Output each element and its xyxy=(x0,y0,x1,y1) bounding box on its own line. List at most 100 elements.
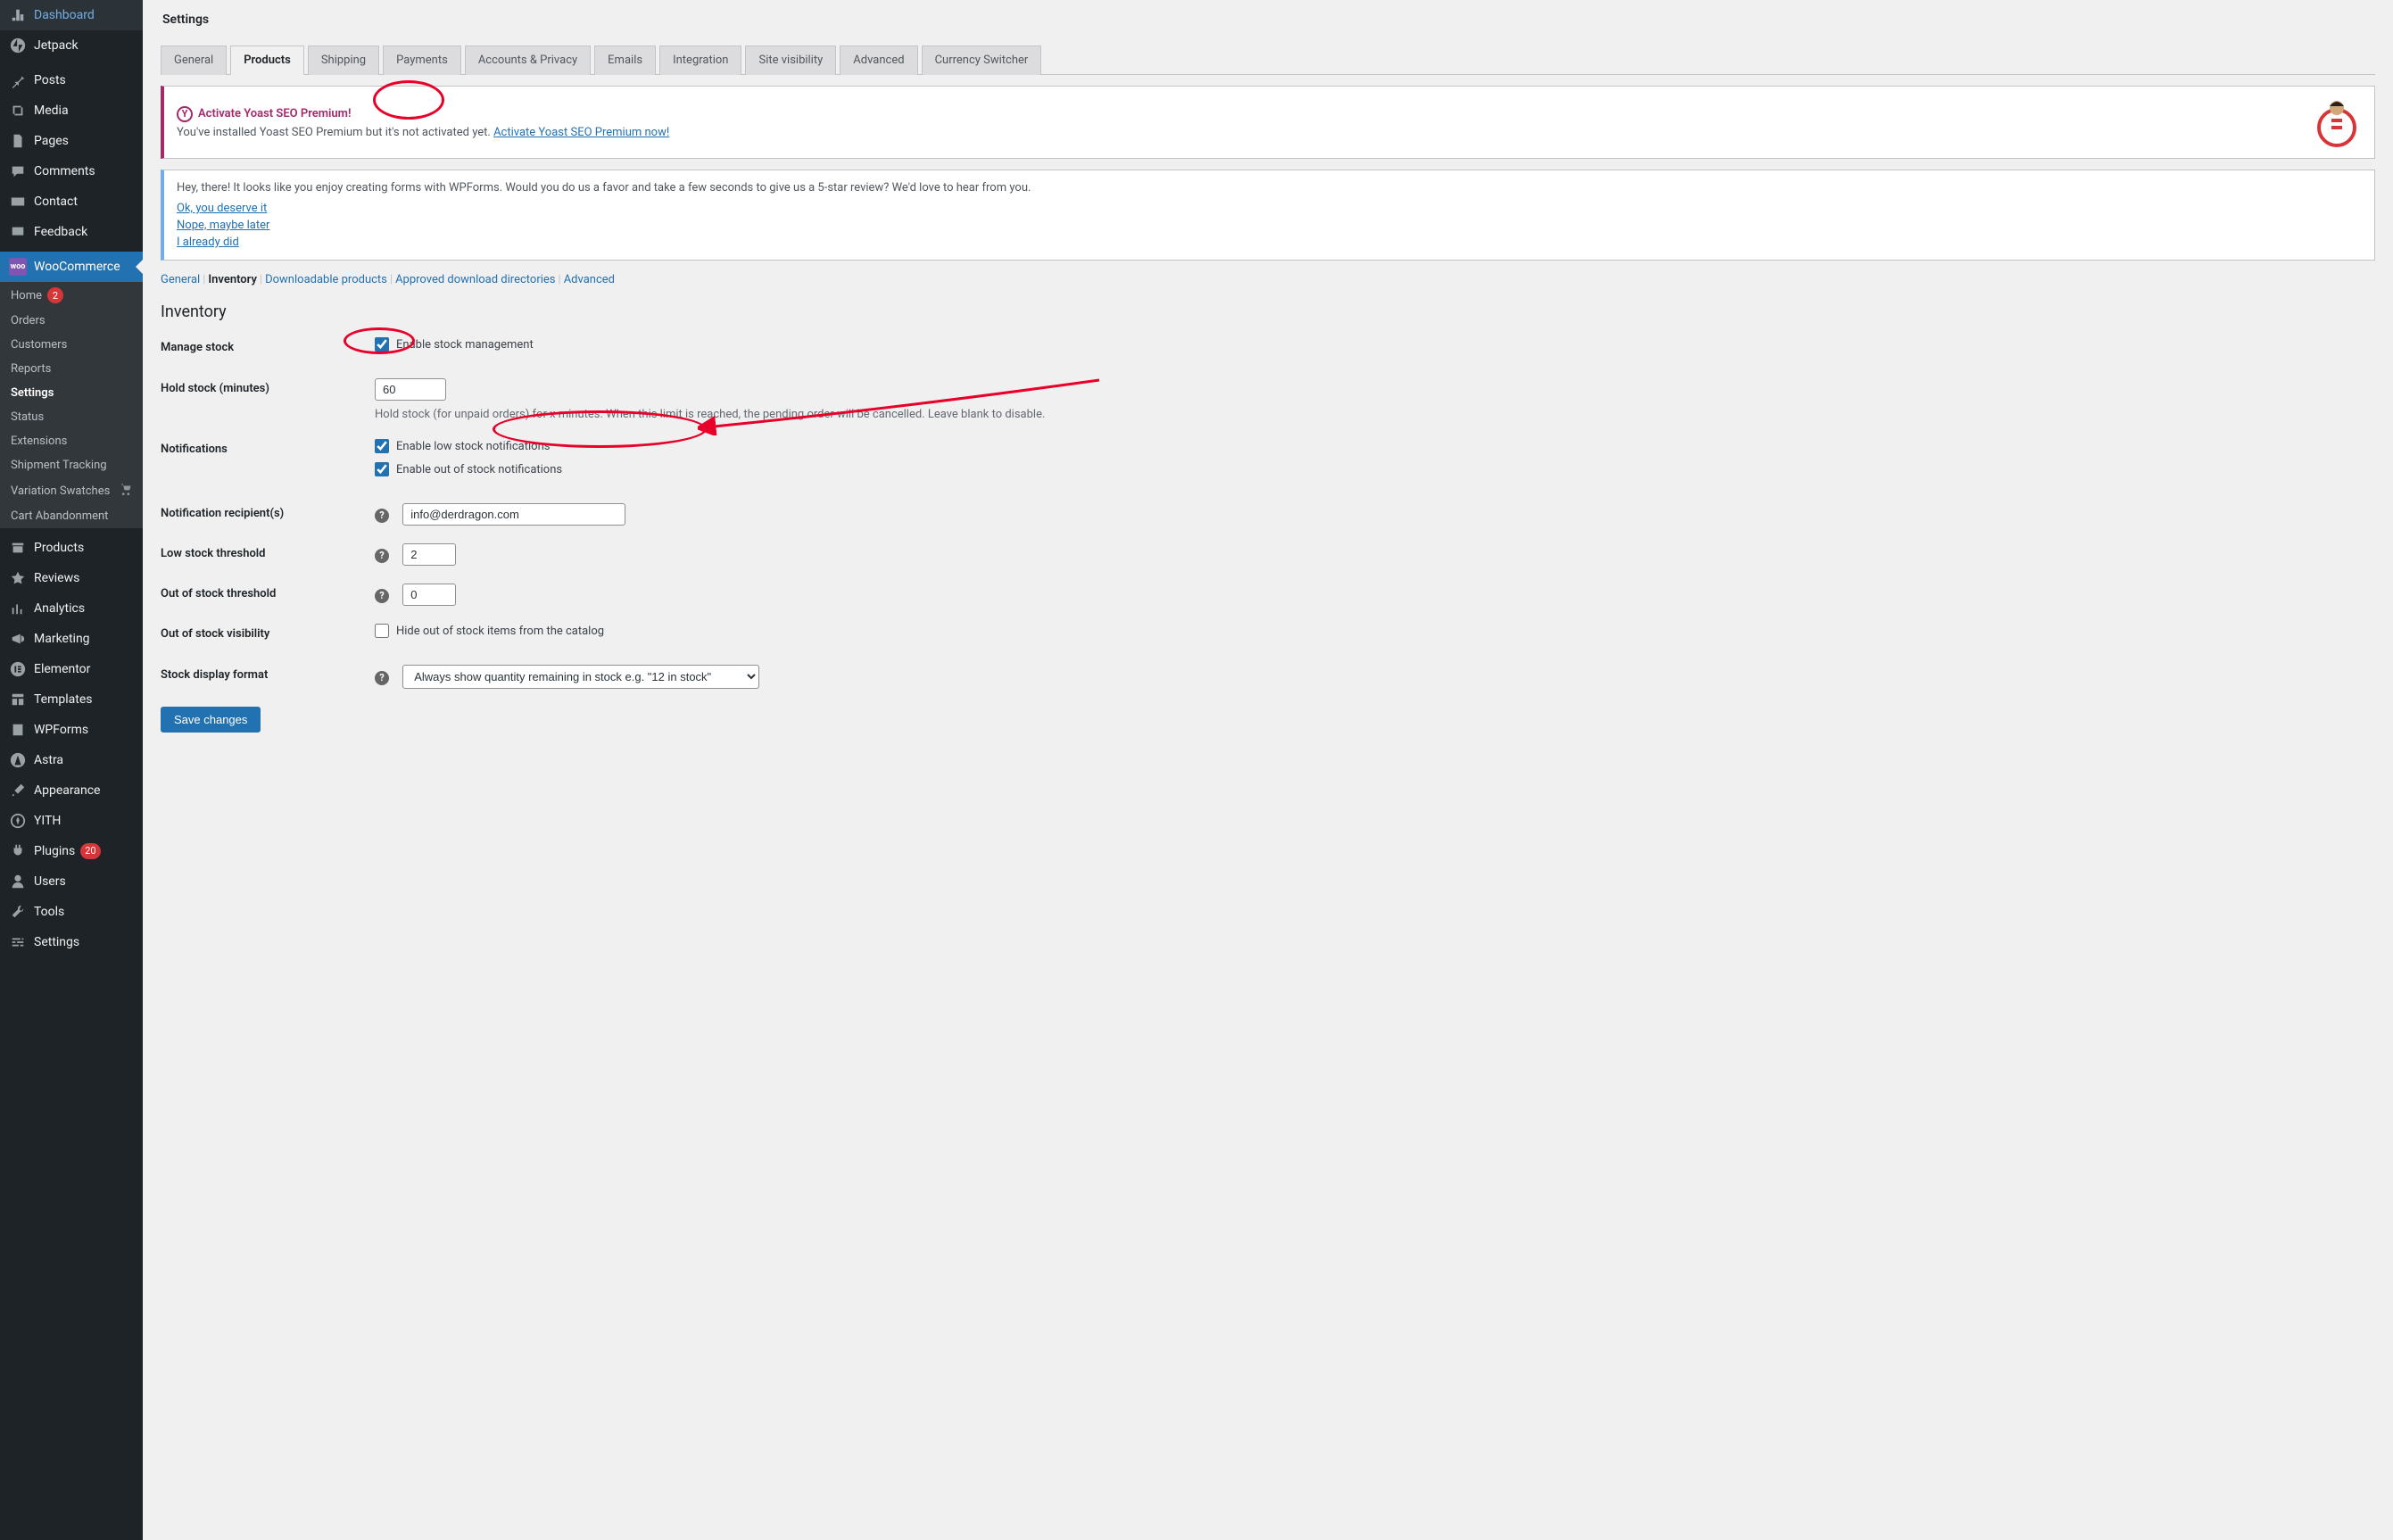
sidebar-item-reviews[interactable]: Reviews xyxy=(0,563,143,593)
help-tip-icon[interactable]: ? xyxy=(375,671,389,685)
help-tip-icon[interactable]: ? xyxy=(375,509,389,523)
tab-payments[interactable]: Payments xyxy=(383,46,461,75)
help-tip-icon[interactable]: ? xyxy=(375,589,389,603)
hold-stock-description: Hold stock (for unpaid orders) for x min… xyxy=(375,408,2375,421)
sidebar-item-wpforms[interactable]: WPForms xyxy=(0,715,143,745)
sidebar-subitem-reports[interactable]: Reports xyxy=(0,357,143,381)
sidebar-subitem-variation-swatches[interactable]: Variation Swatches xyxy=(0,477,143,504)
subtab-downloadable-products[interactable]: Downloadable products xyxy=(265,273,387,286)
sidebar-item-elementor[interactable]: Elementor xyxy=(0,654,143,684)
manage-stock-checkbox[interactable] xyxy=(375,337,389,352)
tab-accounts-privacy[interactable]: Accounts & Privacy xyxy=(465,46,591,75)
woocommerce-icon: woo xyxy=(9,258,27,276)
oos-threshold-input[interactable] xyxy=(402,584,456,606)
comment-icon xyxy=(9,162,27,180)
low-threshold-label: Low stock threshold xyxy=(161,543,375,560)
sidebar-subitem-home[interactable]: Home2 xyxy=(0,282,143,309)
out-of-stock-notify-label: Enable out of stock notifications xyxy=(396,463,562,476)
manage-stock-label: Manage stock xyxy=(161,337,375,354)
section-heading: Inventory xyxy=(161,302,2375,321)
sidebar-item-plugins[interactable]: Plugins20 xyxy=(0,836,143,866)
subtab-approved-download-directories[interactable]: Approved download directories xyxy=(395,273,555,286)
save-changes-button[interactable]: Save changes xyxy=(161,707,261,733)
star-icon xyxy=(9,569,27,587)
tab-products[interactable]: Products xyxy=(230,46,304,75)
sidebar-subitem-label: Shipment Tracking xyxy=(11,459,107,472)
sidebar-item-media[interactable]: Media xyxy=(0,95,143,126)
hold-stock-input[interactable] xyxy=(375,378,446,401)
yith-icon xyxy=(9,812,27,830)
sliders-icon xyxy=(9,933,27,951)
sidebar-item-label: Marketing xyxy=(34,630,90,648)
sidebar-subitem-customers[interactable]: Customers xyxy=(0,333,143,357)
tab-shipping[interactable]: Shipping xyxy=(308,46,379,75)
sidebar-item-analytics[interactable]: Analytics xyxy=(0,593,143,624)
sidebar-subitem-orders[interactable]: Orders xyxy=(0,309,143,333)
sidebar-item-label: Analytics xyxy=(34,600,85,617)
templates-icon xyxy=(9,691,27,708)
recipients-label: Notification recipient(s) xyxy=(161,503,375,520)
tab-currency-switcher[interactable]: Currency Switcher xyxy=(922,46,1042,75)
wrench-icon xyxy=(9,903,27,921)
notice-wpforms-review: Hey, there! It looks like you enjoy crea… xyxy=(161,170,2375,261)
help-tip-icon[interactable]: ? xyxy=(375,549,389,563)
sidebar-item-woocommerce[interactable]: woo WooCommerce xyxy=(0,252,143,282)
tab-integration[interactable]: Integration xyxy=(659,46,741,75)
wpforms-review-done-link[interactable]: I already did xyxy=(177,236,2362,249)
wpforms-icon xyxy=(9,721,27,739)
sidebar-subitem-shipment-tracking[interactable]: Shipment Tracking xyxy=(0,453,143,477)
subtab-advanced[interactable]: Advanced xyxy=(564,273,615,286)
archive-icon xyxy=(9,539,27,557)
notice-yoast: Y Activate Yoast SEO Premium! You've ins… xyxy=(161,86,2375,159)
sidebar-item-posts[interactable]: Posts xyxy=(0,65,143,95)
yoast-activate-link[interactable]: Y Activate Yoast SEO Premium! xyxy=(177,106,351,122)
feedback-icon xyxy=(9,223,27,241)
low-threshold-input[interactable] xyxy=(402,543,456,566)
sidebar-item-appearance[interactable]: Appearance xyxy=(0,775,143,806)
woocommerce-submenu: Home2Orders Customers Reports Settings Statu… xyxy=(0,282,143,528)
sidebar-item-users[interactable]: Users xyxy=(0,866,143,897)
sidebar-item-label: Templates xyxy=(34,691,93,708)
sidebar-subitem-label: Variation Swatches xyxy=(11,484,110,498)
sidebar-item-pages[interactable]: Pages xyxy=(0,126,143,156)
sidebar-item-contact[interactable]: Contact xyxy=(0,186,143,217)
sidebar-subitem-status[interactable]: Status xyxy=(0,405,143,429)
yoast-activate-now-link[interactable]: Activate Yoast SEO Premium now! xyxy=(493,126,669,139)
sidebar-subitem-extensions[interactable]: Extensions xyxy=(0,429,143,453)
sidebar-item-label: Products xyxy=(34,539,84,557)
tab-site-visibility[interactable]: Site visibility xyxy=(745,46,836,75)
count-badge: 20 xyxy=(80,843,100,859)
stock-format-select[interactable]: Always show quantity remaining in stock … xyxy=(402,665,759,689)
sidebar-item-label: Elementor xyxy=(34,660,90,678)
out-of-stock-notify-checkbox[interactable] xyxy=(375,462,389,476)
manage-stock-checkbox-label: Enable stock management xyxy=(396,338,534,352)
sidebar-item-jetpack[interactable]: Jetpack xyxy=(0,30,143,61)
low-stock-notify-checkbox[interactable] xyxy=(375,439,389,453)
sidebar-item-dashboard[interactable]: Dashboard xyxy=(0,0,143,30)
tab-advanced[interactable]: Advanced xyxy=(840,46,917,75)
sidebar-item-tools[interactable]: Tools xyxy=(0,897,143,927)
sidebar-item-yith[interactable]: YITH xyxy=(0,806,143,836)
sidebar-item-feedback[interactable]: Feedback xyxy=(0,217,143,247)
sidebar-item-settings2[interactable]: Settings xyxy=(0,927,143,957)
oos-threshold-label: Out of stock threshold xyxy=(161,584,375,600)
sidebar-item-comments[interactable]: Comments xyxy=(0,156,143,186)
tab-emails[interactable]: Emails xyxy=(594,46,656,75)
sidebar-item-marketing[interactable]: Marketing xyxy=(0,624,143,654)
subtab-inventory[interactable]: Inventory xyxy=(208,273,257,286)
sidebar-item-label: Appearance xyxy=(34,782,100,799)
recipients-input[interactable] xyxy=(402,503,625,526)
sidebar-subitem-label: Customers xyxy=(11,338,67,352)
subtab-general[interactable]: General xyxy=(161,273,200,286)
tab-general[interactable]: General xyxy=(161,46,227,75)
sidebar-subitem-settings[interactable]: Settings xyxy=(0,381,143,405)
wpforms-review-later-link[interactable]: Nope, maybe later xyxy=(177,219,2362,232)
sidebar-item-products[interactable]: Products xyxy=(0,533,143,563)
sidebar-item-astra[interactable]: Astra xyxy=(0,745,143,775)
sidebar-subitem-label: Settings xyxy=(11,386,54,400)
settings-tabs: GeneralProductsShippingPaymentsAccounts … xyxy=(161,45,2375,75)
wpforms-review-yes-link[interactable]: Ok, you deserve it xyxy=(177,202,2362,215)
oos-visibility-checkbox[interactable] xyxy=(375,624,389,638)
sidebar-subitem-cart-abandonment[interactable]: Cart Abandonment xyxy=(0,504,143,528)
sidebar-item-templates[interactable]: Templates xyxy=(0,684,143,715)
